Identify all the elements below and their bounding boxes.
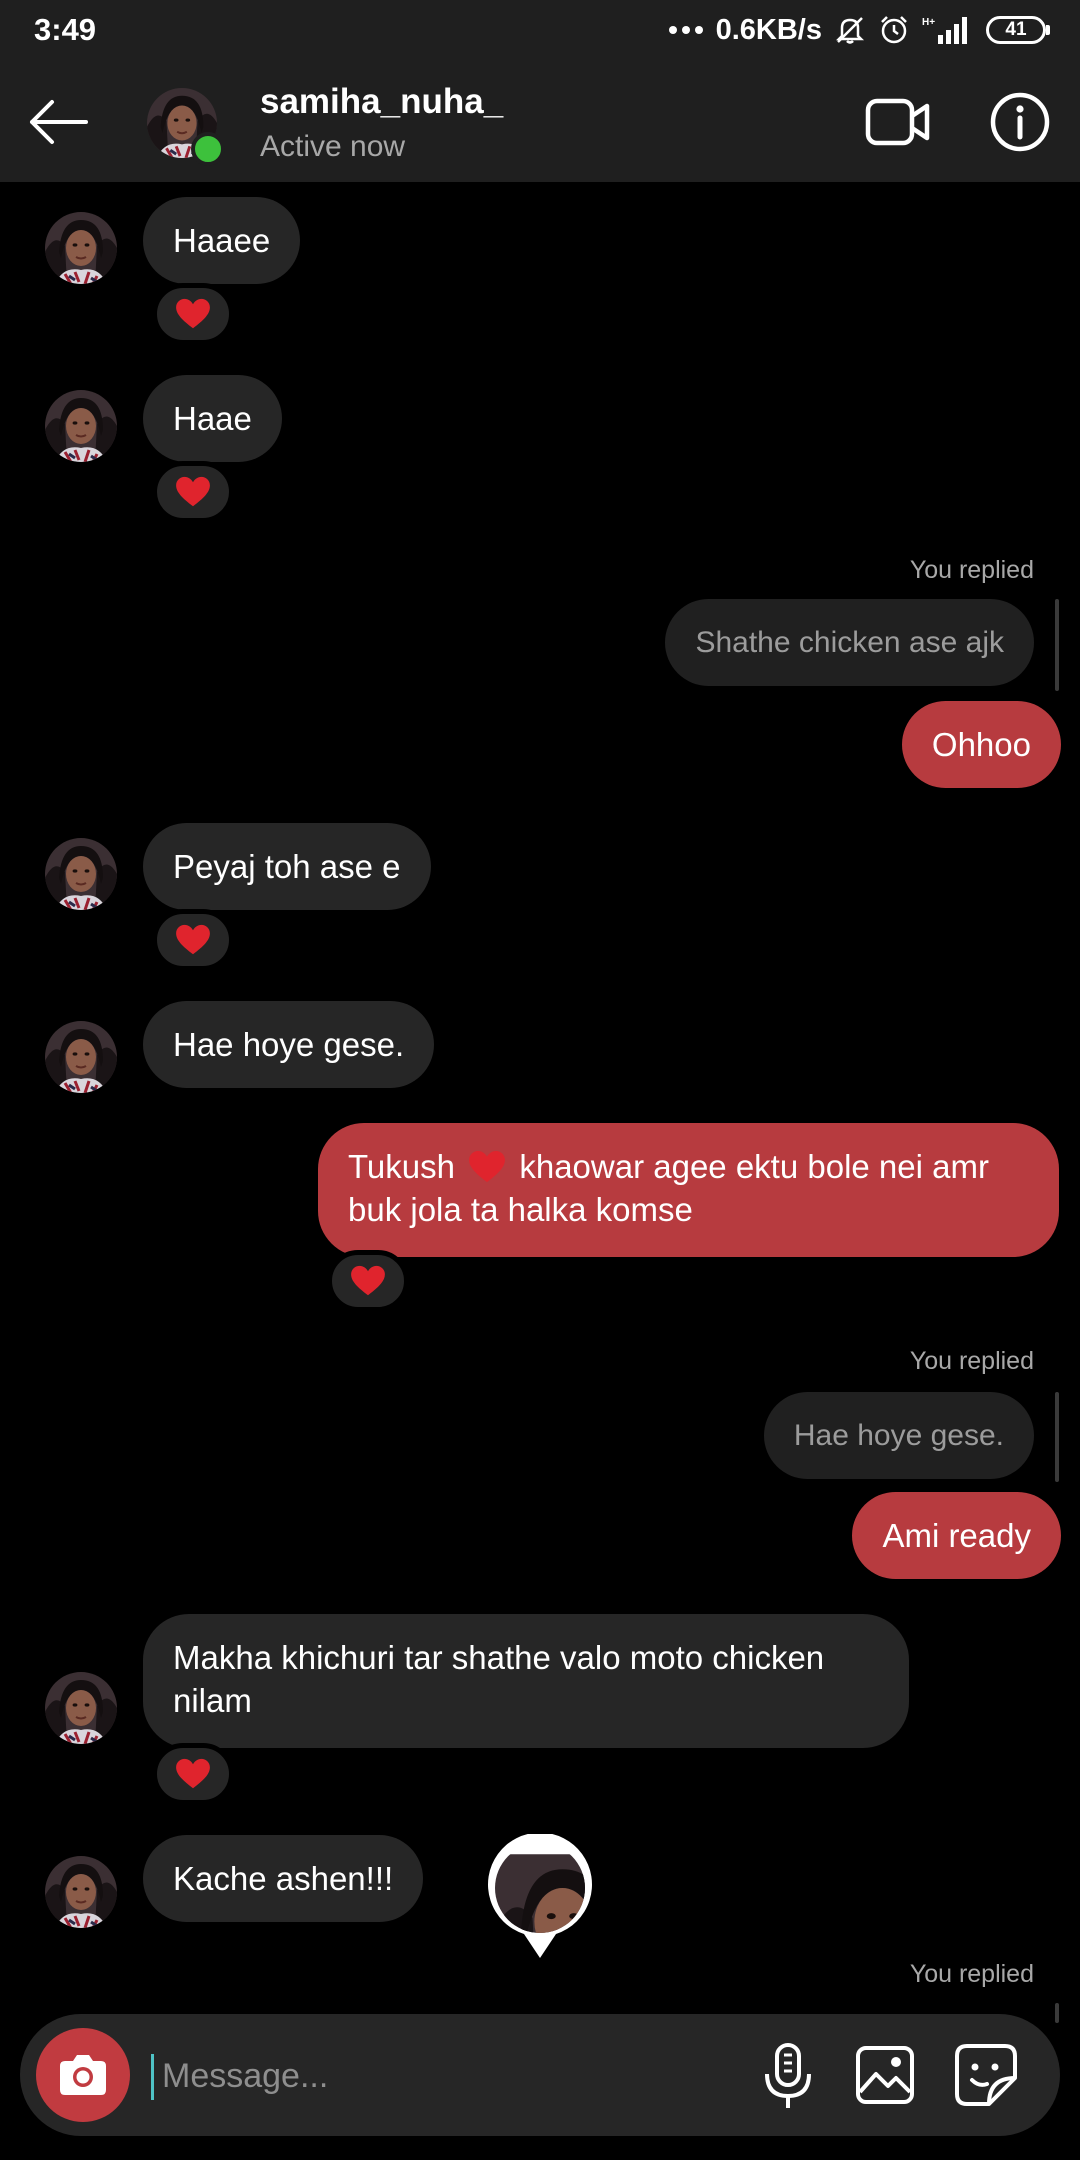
info-icon xyxy=(990,92,1050,152)
you-replied-label: You replied xyxy=(909,1960,1034,1988)
sticker-button[interactable] xyxy=(953,2042,1019,2108)
info-button[interactable] xyxy=(988,90,1052,154)
incoming-message[interactable]: Makha khichuri tar shathe valo moto chic… xyxy=(143,1614,909,1748)
incoming-message[interactable]: Peyaj toh ase e xyxy=(143,823,431,910)
reply-indicator-bar xyxy=(1055,1392,1059,1482)
battery-icon: 41 xyxy=(986,16,1050,44)
heart-reaction[interactable] xyxy=(152,283,234,345)
heart-icon xyxy=(175,298,211,330)
heart-reaction[interactable] xyxy=(327,1250,409,1312)
sender-avatar xyxy=(45,1021,117,1093)
heart-icon xyxy=(175,1758,211,1790)
back-button[interactable] xyxy=(26,92,90,152)
status-bar: 3:49 0.6KB/s H+ 41 xyxy=(0,0,1080,62)
voice-message-button[interactable] xyxy=(756,2042,820,2112)
heart-icon xyxy=(175,924,211,956)
camera-button[interactable] xyxy=(36,2028,130,2122)
chat-username[interactable]: samiha_nuha_ xyxy=(260,82,503,122)
you-replied-label: You replied xyxy=(909,1347,1034,1375)
status-icons: 0.6KB/s H+ 41 xyxy=(668,10,1050,50)
mute-icon xyxy=(835,17,865,44)
reply-indicator-bar xyxy=(1055,599,1059,691)
gallery-button[interactable] xyxy=(854,2044,916,2106)
sender-avatar xyxy=(45,838,117,910)
incoming-message[interactable]: Kache ashen!!! xyxy=(143,1835,424,1922)
outgoing-message[interactable]: Ami ready xyxy=(852,1492,1061,1579)
video-call-button[interactable] xyxy=(865,92,931,152)
reply-indicator-bar xyxy=(1055,2003,1059,2023)
heart-reaction[interactable] xyxy=(152,461,234,523)
incoming-message[interactable]: Hae hoye gese. xyxy=(143,1001,435,1088)
sender-avatar xyxy=(45,1672,117,1744)
heart-icon xyxy=(350,1265,386,1297)
status-time: 3:49 xyxy=(34,12,97,47)
message-text-part: Tukush xyxy=(348,1148,455,1185)
camera-icon xyxy=(60,2055,106,2095)
quoted-message[interactable]: Hae hoye gese. xyxy=(763,1392,1034,1479)
arrow-left-icon xyxy=(30,100,88,144)
signal-icon: H+ xyxy=(922,17,967,44)
heart-icon xyxy=(468,1150,506,1184)
seen-avatar-indicator xyxy=(486,1834,594,1960)
chat-header: samiha_nuha_ Active now xyxy=(0,62,1080,182)
online-indicator xyxy=(191,132,225,166)
heart-icon xyxy=(175,476,211,508)
active-status: Active now xyxy=(260,130,406,163)
image-icon xyxy=(856,2046,914,2104)
video-camera-icon xyxy=(865,98,930,146)
outgoing-message[interactable]: Tukush khaowar agee ektu bole nei amr bu… xyxy=(318,1123,1059,1257)
message-composer xyxy=(20,2014,1060,2136)
microphone-icon xyxy=(765,2043,811,2108)
battery-level: 41 xyxy=(1005,19,1027,40)
text-cursor xyxy=(151,2054,154,2100)
alarm-icon xyxy=(881,16,907,44)
heart-reaction[interactable] xyxy=(152,1743,234,1805)
incoming-message[interactable]: Haae xyxy=(143,375,282,462)
heart-reaction[interactable] xyxy=(152,909,234,971)
sender-avatar xyxy=(45,390,117,462)
sticker-icon xyxy=(955,2044,1017,2106)
incoming-message[interactable]: Haaee xyxy=(143,197,301,284)
sender-avatar xyxy=(45,212,117,284)
svg-text:H+: H+ xyxy=(922,17,935,28)
you-replied-label: You replied xyxy=(909,556,1034,584)
message-input[interactable] xyxy=(160,2044,724,2108)
quoted-message[interactable]: Shathe chicken ase ajk xyxy=(665,599,1034,686)
sender-avatar xyxy=(45,1856,117,1928)
outgoing-message[interactable]: Ohhoo xyxy=(901,701,1061,788)
dots-icon xyxy=(668,26,703,34)
network-speed: 0.6KB/s xyxy=(715,13,822,46)
